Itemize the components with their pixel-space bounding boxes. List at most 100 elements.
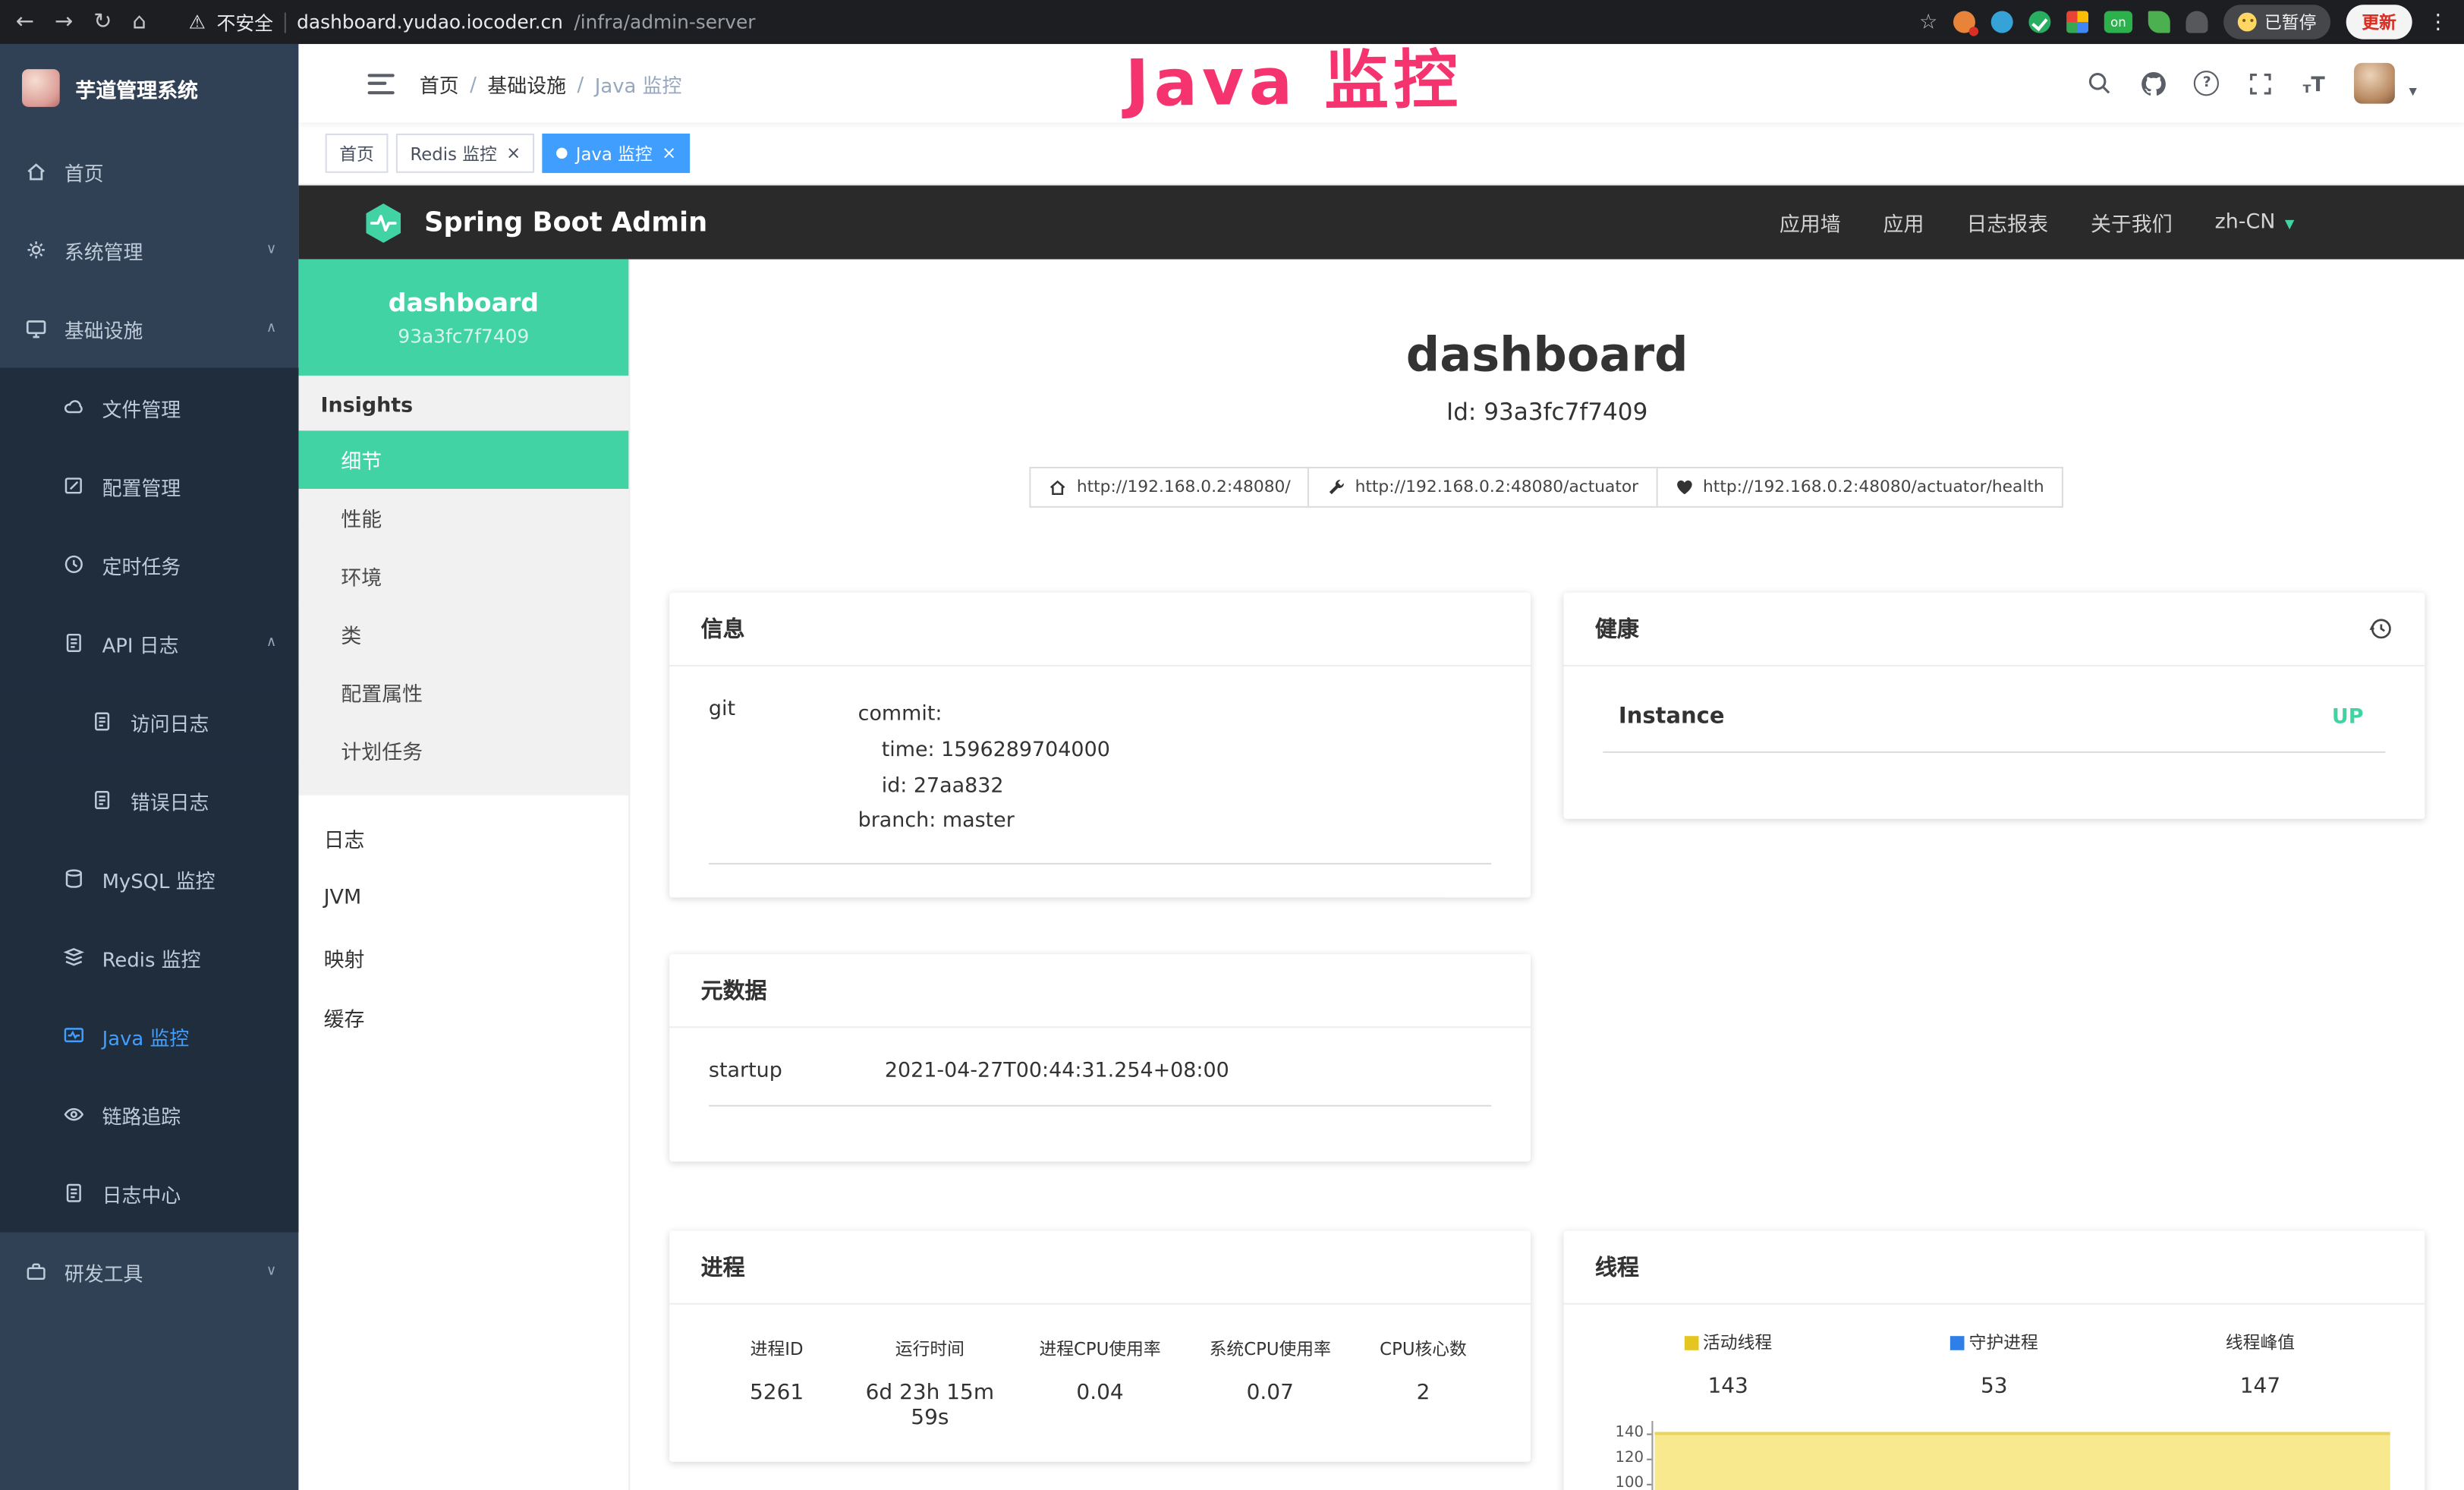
sidebar-item-config-management[interactable]: 配置管理 — [0, 446, 298, 525]
sba-navbar: Spring Boot Admin 应用墙 应用 日志报表 关于我们 zh-CN… — [298, 185, 2464, 259]
sidebar-item-system[interactable]: 系统管理 ∨ — [0, 210, 298, 289]
sba-item-classes[interactable]: 类 — [298, 605, 628, 663]
sidebar-item-label: 日志中心 — [102, 1178, 181, 1208]
bookmark-star-icon[interactable]: ☆ — [1919, 10, 1937, 33]
sba-item-caches[interactable]: 缓存 — [298, 987, 628, 1047]
reload-icon[interactable]: ↻ — [93, 11, 112, 33]
sidebar-item-java-monitor[interactable]: Java 监控 — [0, 997, 298, 1076]
process-card-title: 进程 — [669, 1230, 1531, 1304]
health-url-button[interactable]: http://192.168.0.2:48080/actuator/health — [1656, 467, 2063, 508]
process-column-value: 0.07 — [1185, 1380, 1355, 1405]
avatar-caret-icon[interactable]: ▾ — [2409, 83, 2416, 104]
browser-menu-icon[interactable]: ⋮ — [2428, 10, 2448, 33]
insights-group: Insights 细节 性能 环境 类 配置属性 计划任务 — [298, 376, 628, 795]
grid-extension-icon[interactable] — [2066, 11, 2088, 33]
legend-daemon-threads: 守护进程 — [1861, 1330, 2127, 1355]
screen: ← → ↻ ⌂ ⚠ 不安全 dashboard.yudao.iocoder.cn… — [0, 0, 2464, 1490]
threads-chart: 140 120 100 — [1595, 1421, 2393, 1490]
sidebar-item-scheduled-tasks[interactable]: 定时任务 — [0, 525, 298, 604]
sidebar-item-mysql-monitor[interactable]: MySQL 监控 — [0, 840, 298, 918]
sba-brand[interactable]: Spring Boot Admin — [361, 200, 707, 244]
sba-item-config-props[interactable]: 配置属性 — [298, 663, 628, 722]
sidebar-item-dev-tools[interactable]: 研发工具 ∨ — [0, 1233, 298, 1312]
gear-icon — [25, 239, 47, 261]
sidebar-item-tracing[interactable]: 链路追踪 — [0, 1075, 298, 1154]
hamburger-icon[interactable] — [368, 73, 395, 93]
sidebar-item-label: 系统管理 — [65, 235, 143, 265]
forward-icon[interactable]: → — [55, 11, 73, 33]
eye-icon — [63, 1104, 85, 1126]
instance-header[interactable]: dashboard 93a3fc7f7409 — [298, 260, 628, 376]
emoji-face-icon — [2238, 13, 2257, 32]
peak-threads-value: 147 — [2127, 1374, 2393, 1399]
sba-nav-journal[interactable]: 日志报表 — [1966, 207, 2048, 237]
update-button[interactable]: 更新 — [2346, 5, 2412, 39]
close-icon[interactable]: × — [506, 145, 521, 162]
breadcrumb-home[interactable]: 首页 — [420, 68, 459, 98]
sidebar-item-home[interactable]: 首页 — [0, 132, 298, 211]
font-size-icon[interactable]: тT — [2301, 70, 2327, 96]
search-icon[interactable] — [2087, 70, 2113, 96]
database-icon — [63, 868, 85, 890]
github-icon[interactable] — [2140, 70, 2167, 96]
app-logo[interactable]: 芋道管理系统 — [0, 44, 298, 132]
browser-actions: ☆ on 已暂停 更新 ⋮ — [1919, 5, 2448, 39]
sidebar-item-error-log[interactable]: 错误日志 — [0, 761, 298, 840]
breadcrumb-infrastructure[interactable]: 基础设施 — [487, 68, 566, 98]
tab-redis-monitor[interactable]: Redis 监控 × — [396, 134, 535, 173]
sba-item-logs[interactable]: 日志 — [298, 808, 628, 868]
chevron-down-icon: ∨ — [266, 242, 277, 258]
tab-home[interactable]: 首页 — [326, 134, 389, 173]
sidebar-item-access-log[interactable]: 访问日志 — [0, 682, 298, 761]
help-icon[interactable]: ? — [2194, 70, 2220, 96]
security-label: 不安全 — [216, 8, 273, 35]
locale-selector[interactable]: zh-CN ▾ — [2215, 210, 2295, 234]
sidebar-item-label: 首页 — [65, 156, 104, 186]
paused-badge[interactable]: 已暂停 — [2223, 5, 2330, 39]
actuator-url-button[interactable]: http://192.168.0.2:48080/actuator — [1308, 467, 1657, 508]
tab-label: Redis 监控 — [410, 140, 496, 165]
git-commit-line: commit: — [858, 698, 1110, 733]
sba-nav-applications[interactable]: 应用 — [1883, 207, 1924, 237]
sba-nav-links: 应用墙 应用 日志报表 关于我们 zh-CN ▾ — [1780, 207, 2295, 237]
history-icon[interactable] — [2368, 616, 2393, 641]
sba-item-jvm[interactable]: JVM — [298, 868, 628, 928]
sidebar-item-label: 错误日志 — [131, 785, 209, 814]
sidebar-item-api-log[interactable]: API 日志 ∧ — [0, 603, 298, 682]
sba-nav-wallboard[interactable]: 应用墙 — [1780, 207, 1841, 237]
sba-item-details[interactable]: 细节 — [298, 430, 628, 489]
sba-item-mappings[interactable]: 映射 — [298, 928, 628, 988]
git-time-line: time: 1596289704000 — [858, 734, 1110, 770]
app-main: 首页 / 基础设施 / Java 监控 ? тT ▾ — [298, 44, 2464, 1490]
instance-url-button[interactable]: http://192.168.0.2:48080/ — [1030, 467, 1310, 508]
sidebar-item-redis-monitor[interactable]: Redis 监控 — [0, 918, 298, 997]
sba-item-scheduled-tasks[interactable]: 计划任务 — [298, 721, 628, 780]
info-value: commit: time: 1596289704000 id: 27aa832 … — [858, 698, 1110, 840]
fullscreen-icon[interactable] — [2247, 70, 2274, 96]
pawn-extension-icon[interactable] — [2186, 11, 2208, 33]
health-instance-row[interactable]: Instance UP — [1603, 698, 2385, 752]
sba-item-metrics[interactable]: 性能 — [298, 489, 628, 547]
sidebar-item-log-center[interactable]: 日志中心 — [0, 1154, 298, 1233]
address-bar[interactable]: ⚠ 不安全 dashboard.yudao.iocoder.cn/infra/a… — [189, 8, 1899, 35]
sba-nav-about[interactable]: 关于我们 — [2091, 207, 2173, 237]
fox-extension-icon[interactable] — [1953, 11, 1975, 33]
sidebar-item-infrastructure[interactable]: 基础设施 ∧ — [0, 289, 298, 368]
close-icon[interactable]: × — [662, 145, 676, 162]
annotation-java-monitor: Java 监控 — [1125, 27, 1463, 124]
security-warning-icon[interactable]: ⚠ — [189, 11, 206, 33]
avatar[interactable] — [2354, 63, 2395, 104]
leaf-extension-icon[interactable] — [2148, 11, 2170, 33]
url-path: /infra/admin-server — [574, 11, 755, 33]
drop-extension-icon[interactable] — [1991, 11, 2013, 33]
sidebar-item-file-management[interactable]: 文件管理 — [0, 368, 298, 447]
on-badge-extension-icon[interactable]: on — [2104, 11, 2132, 33]
sba-item-environment[interactable]: 环境 — [298, 547, 628, 606]
home-icon[interactable]: ⌂ — [132, 11, 146, 33]
tab-java-monitor[interactable]: Java 监控 × — [543, 134, 691, 173]
back-icon[interactable]: ← — [16, 11, 34, 33]
check-extension-icon[interactable] — [2028, 11, 2050, 33]
chevron-up-icon: ∧ — [266, 320, 277, 336]
metadata-value: 2021-04-27T00:44:31.254+08:00 — [885, 1060, 1229, 1083]
logo-avatar — [22, 69, 60, 107]
